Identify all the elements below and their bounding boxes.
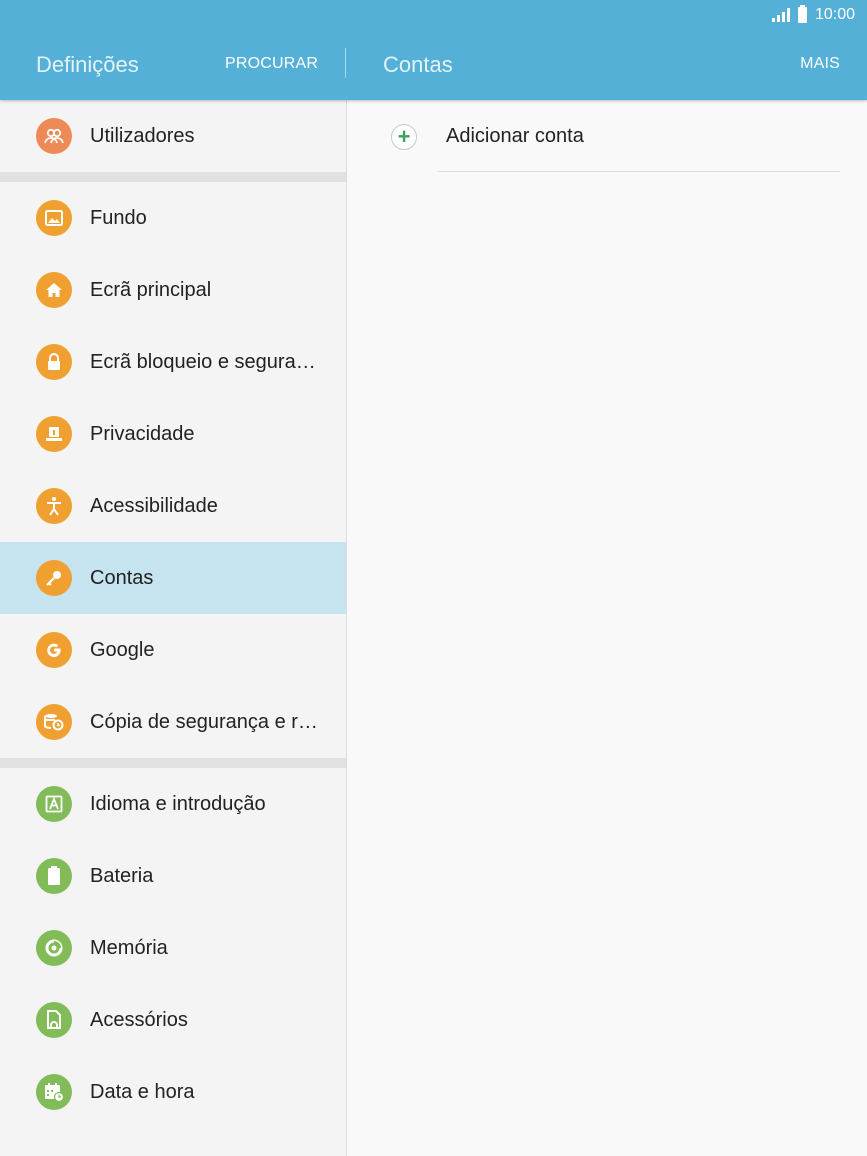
backup-icon (36, 704, 72, 740)
sidebar-item-ecra-principal[interactable]: Ecrã principal (0, 254, 346, 326)
sidebar-item-acessibilidade[interactable]: Acessibilidade (0, 470, 346, 542)
search-button[interactable]: PROCURAR (225, 55, 318, 73)
sidebar-item-memoria[interactable]: Memória (0, 912, 346, 984)
google-icon (36, 632, 72, 668)
battery-icon (36, 858, 72, 894)
sidebar-item-label: Privacidade (90, 422, 195, 445)
add-account-row[interactable]: + Adicionar conta (347, 100, 867, 172)
memory-icon (36, 930, 72, 966)
sidebar-item-utilizadores[interactable]: Utilizadores (0, 100, 346, 172)
sidebar-item-data-hora[interactable]: Data e hora (0, 1056, 346, 1128)
sidebar-item-label: Acessibilidade (90, 494, 218, 517)
lock-icon (36, 344, 72, 380)
key-icon (36, 560, 72, 596)
detail-title: Contas (383, 52, 453, 77)
sidebar-item-label: Bateria (90, 864, 154, 887)
more-button[interactable]: MAIS (800, 55, 840, 73)
sidebar-item-label: Cópia de segurança e r… (90, 710, 318, 733)
app-header: 10:00 Definições PROCURAR Contas MAIS (0, 0, 867, 100)
sidebar-item-acessorios[interactable]: Acessórios (0, 984, 346, 1056)
status-bar: 10:00 (771, 4, 855, 26)
section-divider (0, 758, 346, 768)
signal-icon (771, 8, 790, 22)
sidebar-item-label: Data e hora (90, 1080, 195, 1103)
sidebar-item-ecra-bloqueio[interactable]: Ecrã bloqueio e segura… (0, 326, 346, 398)
sidebar-item-label: Idioma e introdução (90, 792, 266, 815)
add-account-label: Adicionar conta (446, 125, 584, 147)
accessibility-icon (36, 488, 72, 524)
page-title: Definições (36, 52, 139, 77)
sidebar-item-label: Ecrã principal (90, 278, 212, 301)
sidebar-item-bateria[interactable]: Bateria (0, 840, 346, 912)
sidebar-item-label: Utilizadores (90, 124, 195, 147)
calendar-icon (36, 1074, 72, 1110)
accessories-icon (36, 1002, 72, 1038)
sidebar-item-label: Google (90, 638, 155, 661)
sidebar-item-privacidade[interactable]: Privacidade (0, 398, 346, 470)
status-time: 10:00 (814, 6, 855, 23)
header-divider (345, 48, 346, 78)
sidebar-item-fundo[interactable]: Fundo (0, 182, 346, 254)
sidebar-item-idioma[interactable]: Idioma e introdução (0, 768, 346, 840)
plus-icon: + (391, 124, 417, 150)
wallpaper-icon (36, 200, 72, 236)
row-divider (437, 171, 840, 172)
language-icon (36, 786, 72, 822)
home-icon (36, 272, 72, 308)
privacy-icon (36, 416, 72, 452)
sidebar-item-label: Acessórios (90, 1008, 188, 1031)
settings-sidebar: Utilizadores Fundo Ecrã principal Ecrã b… (0, 100, 347, 1156)
sidebar-item-label: Ecrã bloqueio e segura… (90, 350, 316, 373)
section-divider (0, 172, 346, 182)
sidebar-item-contas[interactable]: Contas (0, 542, 346, 614)
battery-status-icon (797, 5, 807, 23)
sidebar-item-google[interactable]: Google (0, 614, 346, 686)
users-icon (36, 118, 72, 154)
sidebar-item-label: Contas (90, 566, 154, 589)
sidebar-item-copia-seguranca[interactable]: Cópia de segurança e r… (0, 686, 346, 758)
accounts-panel: + Adicionar conta (347, 100, 867, 1156)
sidebar-item-label: Memória (90, 936, 168, 959)
sidebar-item-label: Fundo (90, 206, 147, 229)
